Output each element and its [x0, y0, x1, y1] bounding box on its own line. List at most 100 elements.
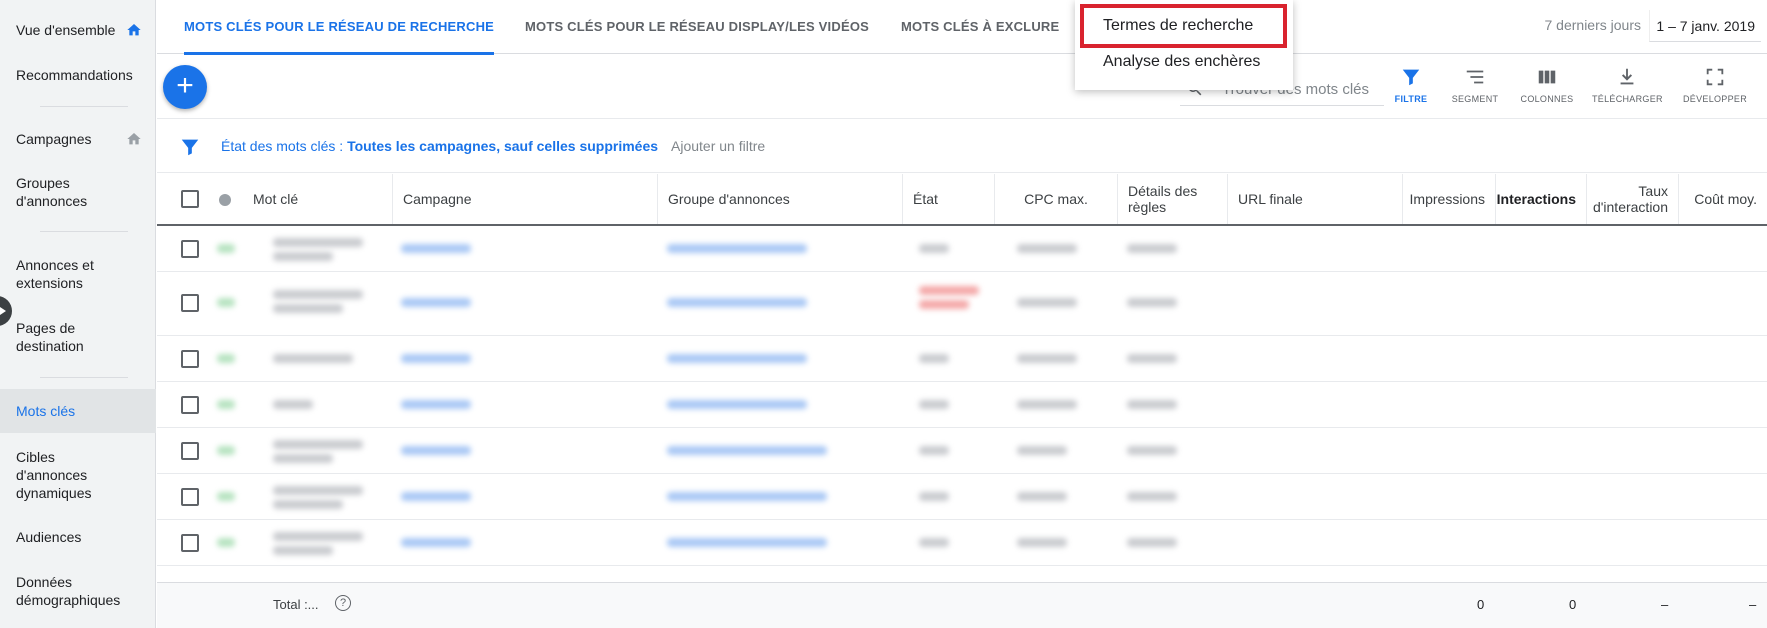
home-icon	[127, 24, 141, 36]
header-interaction-rate[interactable]: Taux d'interaction	[1586, 174, 1678, 224]
blurred-text	[1127, 298, 1177, 307]
blurred-text	[273, 454, 333, 463]
filter-button[interactable]: FILTRE	[1376, 66, 1446, 104]
blurred-text	[273, 400, 313, 409]
header-avg-cost[interactable]: Coût moy.	[1678, 174, 1767, 224]
header-impressions[interactable]: Impressions	[1402, 174, 1495, 224]
tab-search-keywords[interactable]: MOTS CLÉS POUR LE RÉSEAU DE RECHERCHE	[184, 0, 495, 55]
divider	[40, 106, 128, 107]
sidebar-item-adgroups[interactable]: Groupes d'annonces	[0, 174, 120, 210]
blurred-text	[273, 532, 363, 541]
blurred-link	[667, 538, 827, 547]
add-keyword-button[interactable]: +	[163, 65, 207, 109]
blurred-text	[1127, 446, 1177, 455]
blurred-link	[667, 446, 827, 455]
blurred-link	[667, 244, 807, 253]
blurred-text	[1127, 354, 1177, 363]
row-checkbox[interactable]	[181, 294, 199, 312]
header-status[interactable]: État	[902, 174, 994, 224]
blurred-text	[1017, 354, 1077, 363]
segment-label: SEGMENT	[1451, 94, 1499, 104]
sidebar-item-label: Groupes d'annonces	[16, 175, 88, 209]
header-adgroup[interactable]: Groupe d'annonces	[657, 174, 902, 224]
header-interactions[interactable]: Interactions	[1495, 174, 1586, 224]
date-range-picker[interactable]: 1 – 7 janv. 2019	[1649, 10, 1761, 42]
sidebar-item-overview[interactable]: Vue d'ensemble	[0, 21, 156, 39]
fullscreen-icon	[1706, 68, 1724, 86]
columns-icon	[1538, 70, 1556, 84]
filter-label: FILTRE	[1394, 94, 1428, 104]
header-cpc[interactable]: CPC max.	[994, 174, 1117, 224]
columns-button[interactable]: COLONNES	[1512, 66, 1582, 104]
blurred-text	[919, 244, 949, 253]
table-row[interactable]	[157, 520, 1767, 566]
download-button[interactable]: TÉLÉCHARGER	[1592, 66, 1663, 104]
blurred-text	[273, 354, 353, 363]
blurred-text	[919, 286, 979, 295]
total-impressions: 0	[1477, 597, 1485, 612]
blurred-text	[273, 252, 333, 261]
table-row[interactable]	[157, 336, 1767, 382]
expand-label: DÉVELOPPER	[1682, 94, 1748, 104]
sidebar-item-dynamic-ad-targets[interactable]: Cibles d'annonces dynamiques	[0, 448, 110, 502]
filter-bar: État des mots clés : Toutes les campagne…	[157, 118, 1767, 173]
segment-button[interactable]: SEGMENT	[1440, 66, 1510, 104]
sidebar-item-label: Cibles d'annonces dynamiques	[16, 449, 92, 501]
home-icon	[127, 133, 141, 145]
table-header: Mot clé Campagne Groupe d'annonces État …	[157, 174, 1767, 226]
menu-item-auction-insights[interactable]: Analyse des enchères	[1103, 53, 1260, 71]
filter-icon	[1402, 69, 1420, 86]
blurred-text	[273, 500, 343, 509]
select-all-checkbox[interactable]	[181, 190, 199, 208]
status-indicator	[217, 354, 235, 363]
blurred-link	[667, 354, 807, 363]
sidebar-item-landing-pages[interactable]: Pages de destination	[0, 319, 110, 355]
add-filter-button[interactable]: Ajouter un filtre	[671, 138, 765, 154]
blurred-link	[401, 492, 471, 501]
sidebar-item-recommendations[interactable]: Recommandations	[0, 66, 156, 84]
tab-display-video-keywords[interactable]: MOTS CLÉS POUR LE RÉSEAU DISPLAY/LES VID…	[525, 0, 869, 54]
sidebar-item-label: Annonces et extensions	[16, 257, 94, 291]
total-avg-cost: –	[1749, 597, 1757, 612]
header-rules[interactable]: Détails des règles	[1117, 174, 1227, 224]
row-checkbox[interactable]	[181, 534, 199, 552]
blurred-text	[919, 300, 969, 309]
blurred-text	[1127, 400, 1177, 409]
header-campaign[interactable]: Campagne	[392, 174, 657, 224]
table-row[interactable]	[157, 474, 1767, 520]
blurred-text	[273, 290, 363, 299]
sidebar-item-label: Vue d'ensemble	[16, 22, 116, 38]
blurred-link	[401, 400, 471, 409]
table-row[interactable]	[157, 226, 1767, 272]
blurred-text	[273, 546, 333, 555]
table-row[interactable]	[157, 272, 1767, 336]
divider	[40, 377, 128, 378]
sidebar-item-demographics[interactable]: Données démographiques	[0, 573, 140, 609]
table-row[interactable]	[157, 428, 1767, 474]
sidebar-item-keywords[interactable]: Mots clés	[0, 389, 156, 433]
blurred-text	[919, 538, 949, 547]
divider	[40, 231, 128, 232]
sidebar-item-ads-extensions[interactable]: Annonces et extensions	[0, 256, 120, 292]
active-filter[interactable]: État des mots clés : Toutes les campagne…	[221, 138, 658, 154]
blurred-text	[273, 486, 363, 495]
row-checkbox[interactable]	[181, 396, 199, 414]
blurred-text	[919, 446, 949, 455]
row-checkbox[interactable]	[181, 442, 199, 460]
blurred-text	[919, 354, 949, 363]
header-url[interactable]: URL finale	[1227, 174, 1402, 224]
row-checkbox[interactable]	[181, 240, 199, 258]
sidebar-item-audiences[interactable]: Audiences	[0, 528, 156, 546]
menu-item-search-terms[interactable]: Termes de recherche	[1103, 17, 1253, 35]
tab-negative-keywords[interactable]: MOTS CLÉS À EXCLURE	[901, 0, 1059, 54]
help-icon[interactable]: ?	[335, 595, 351, 611]
columns-label: COLONNES	[1520, 94, 1574, 104]
row-checkbox[interactable]	[181, 488, 199, 506]
table-row[interactable]	[157, 382, 1767, 428]
download-icon	[1620, 68, 1634, 85]
blurred-link	[667, 492, 827, 501]
blurred-link	[401, 446, 471, 455]
row-checkbox[interactable]	[181, 350, 199, 368]
sidebar-item-campaigns[interactable]: Campagnes	[0, 130, 156, 148]
expand-button[interactable]: DÉVELOPPER	[1680, 66, 1750, 104]
